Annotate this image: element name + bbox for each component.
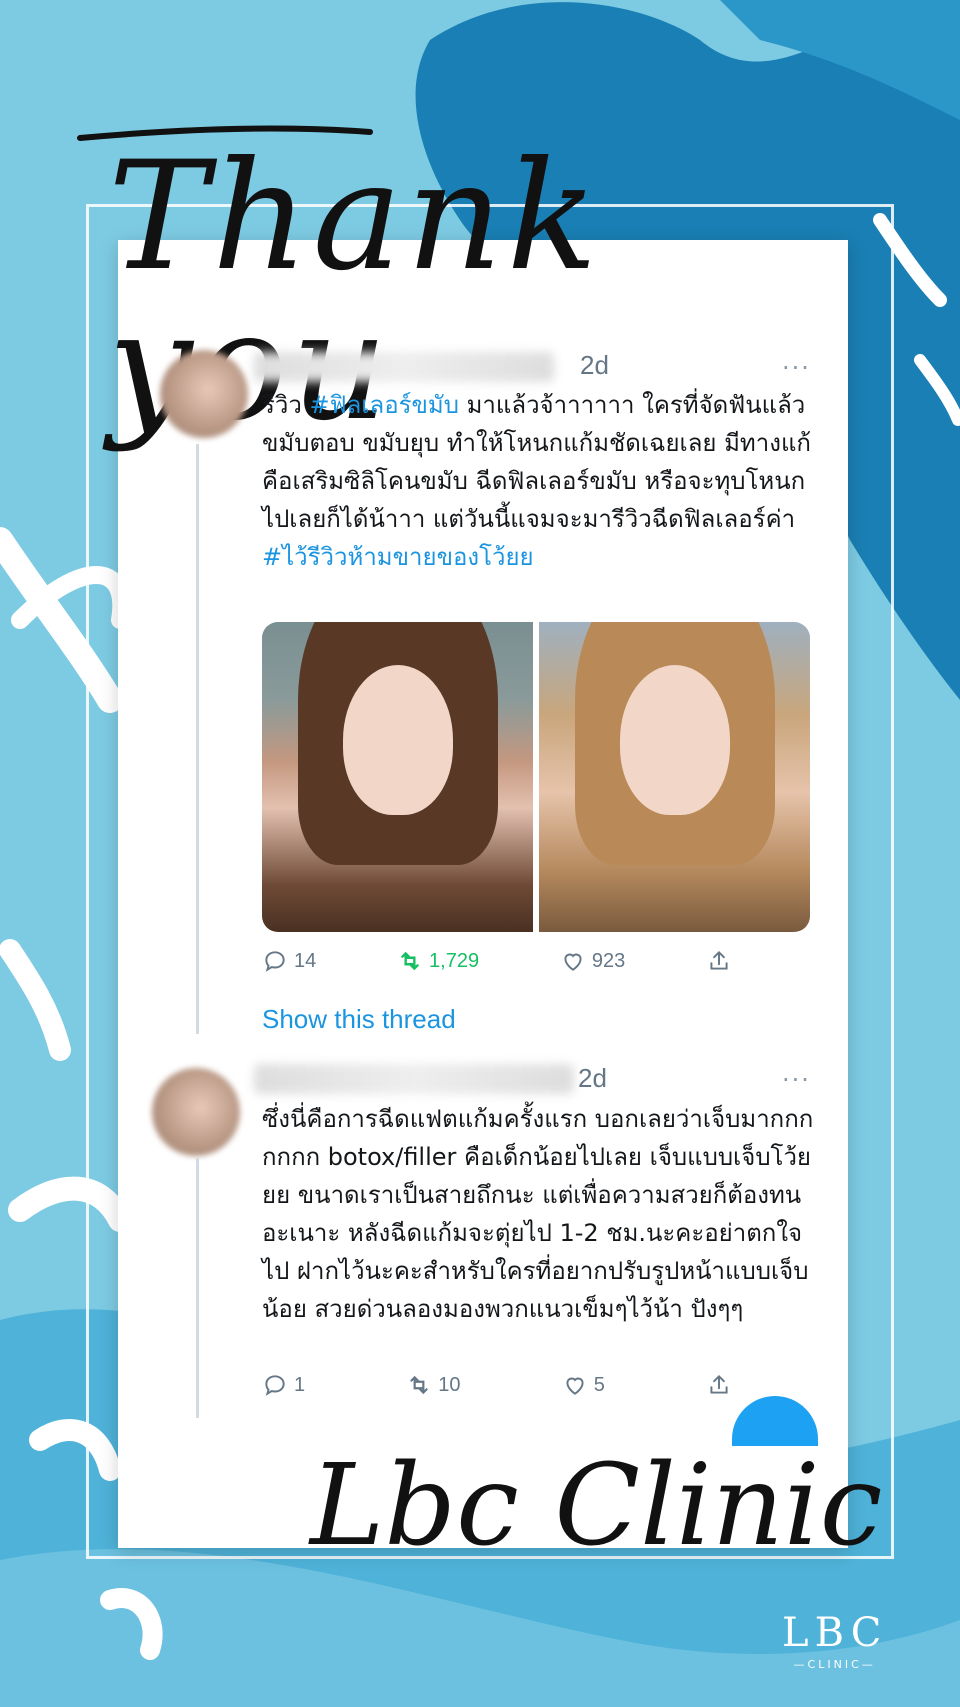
show-thread-link[interactable]: Show this thread [262,1004,456,1035]
heart-icon [564,953,582,971]
tweet-body: รีวิว #ฟิลเลอร์ขมับ มาแล้วจ้าาาาาา ใครที… [262,386,822,576]
photo-face [619,664,730,815]
signature-container: Lbc Clinic [310,1441,883,1600]
like-count: 5 [593,1373,605,1396]
reply-button[interactable]: 1 [262,1372,305,1398]
thread-line [196,1158,199,1418]
share-icon [710,1374,728,1394]
hashtag-link[interactable]: #ฟิลเลอร์ขมับ [309,391,458,419]
reply-count: 14 [294,949,317,972]
blurred-username[interactable] [254,1064,574,1094]
retweet-button[interactable]: 1,729 [397,948,479,974]
tweet-time[interactable]: 2d [580,350,609,381]
retweet-count: 10 [438,1373,461,1396]
signature-text: Lbc Clinic [310,1441,883,1571]
share-button[interactable] [706,1372,732,1398]
like-count: 923 [591,949,626,972]
thread-line [196,444,199,1034]
tweet-media[interactable] [262,622,810,932]
tweet-body-prefix: รีวิว [262,391,310,419]
photo-before[interactable] [262,622,533,932]
reply-count: 1 [294,1373,306,1396]
lbc-logo: LBC —CLINIC— [782,1610,887,1671]
tweet-time[interactable]: 2d [578,1063,607,1094]
retweet-button[interactable]: 10 [406,1372,461,1398]
photo-face [342,664,453,815]
photo-after[interactable] [539,622,810,932]
like-button[interactable]: 923 [560,948,625,974]
reply-icon [265,951,285,972]
blurred-username[interactable] [254,352,554,382]
retweet-icon [410,1375,428,1395]
share-button[interactable] [706,948,732,974]
logo-sub-text: —CLINIC— [793,1658,876,1671]
heart-icon [566,1377,584,1395]
reply-icon [265,1375,285,1396]
tweet-actions: 14 1,729 923 [262,948,732,974]
retweet-icon [401,951,419,971]
tweet-actions: 1 10 5 [262,1372,732,1398]
avatar[interactable] [152,1068,240,1156]
more-options-icon[interactable]: ··· [782,354,950,382]
like-button[interactable]: 5 [562,1372,605,1398]
hashtag-link[interactable]: #ไว้รีวิวห้ามขายของโว้ยย [262,543,534,571]
logo-main-text: LBC [782,1610,888,1656]
more-options-icon[interactable]: ··· [782,1066,950,1094]
retweet-count: 1,729 [429,949,480,972]
thank-you-title-container: Thank you [70,118,890,442]
share-icon [710,950,728,970]
reply-button[interactable]: 14 [262,948,316,974]
tweet-body: ซึ่งนี่คือการฉีดแฟตแก้มครั้งแรก บอกเลยว่… [262,1105,814,1323]
avatar[interactable] [160,350,248,438]
